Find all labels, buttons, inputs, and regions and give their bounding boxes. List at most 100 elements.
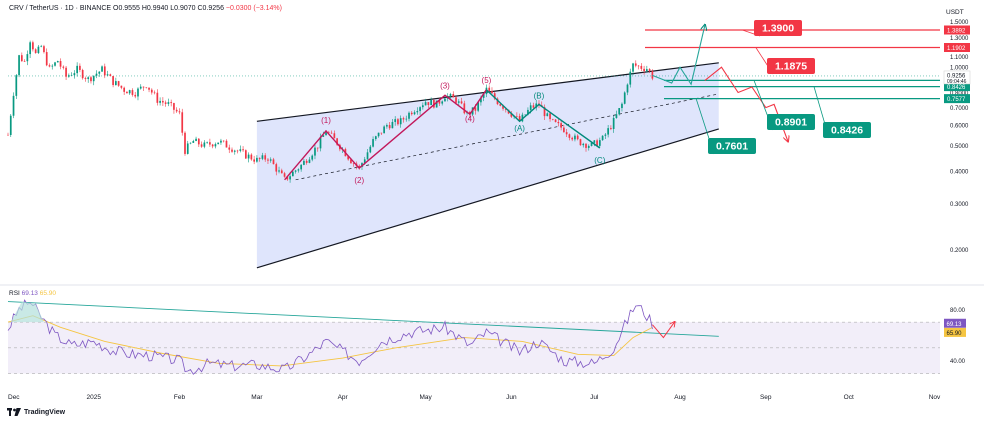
candle-body	[587, 145, 590, 148]
candle-body	[413, 112, 416, 115]
candle-body	[648, 69, 651, 72]
candle-body	[455, 97, 457, 103]
candle-body	[634, 63, 637, 66]
candle-body	[303, 160, 305, 165]
x-tick-label: Jun	[506, 394, 517, 401]
candle-body	[189, 142, 192, 144]
candle-body	[264, 155, 267, 160]
candle-body	[394, 119, 397, 122]
candle-body	[563, 127, 565, 133]
candle-body	[231, 149, 233, 152]
candle-body	[300, 164, 303, 170]
candle-body	[546, 113, 549, 117]
candle-body	[294, 170, 297, 172]
brand-label: TradingView	[24, 408, 66, 416]
candle-body	[20, 55, 23, 62]
candle-body	[626, 84, 629, 93]
x-tick-label: Mar	[251, 394, 263, 401]
callout-label: 0.7601	[716, 141, 748, 153]
y-tick-label: 1.5000	[950, 20, 969, 26]
open-value: O0.9555	[113, 5, 140, 12]
candle-body	[145, 87, 148, 89]
level-price-label: 0.7577	[947, 97, 966, 103]
candle-body	[402, 118, 405, 120]
candle-body	[79, 65, 81, 70]
candle-body	[261, 155, 264, 159]
price-chart[interactable]: 1.50001.30001.10001.00000.90000.80000.70…	[0, 0, 984, 422]
candle-body	[632, 63, 634, 72]
candle-body	[109, 74, 112, 77]
candle-body	[233, 150, 236, 152]
candle-body	[267, 159, 269, 161]
candle-body	[159, 100, 161, 103]
wave-label: (C)	[594, 156, 605, 165]
candle-body	[283, 173, 286, 177]
candle-body	[62, 66, 65, 68]
candle-body	[629, 71, 632, 85]
candle-body	[54, 62, 56, 66]
candle-body	[15, 75, 18, 96]
candle-body	[101, 66, 103, 72]
candle-body	[441, 101, 444, 104]
candle-body	[37, 46, 40, 54]
candle-body	[457, 101, 460, 103]
candle-body	[615, 114, 618, 118]
candle-body	[247, 154, 250, 159]
candle-body	[452, 94, 455, 98]
callout-label: 0.8901	[775, 117, 807, 129]
candle-body	[280, 170, 283, 174]
candle-body	[516, 116, 518, 117]
candle-body	[236, 150, 239, 152]
candle-body	[9, 115, 12, 135]
x-tick-label: Dec	[8, 394, 20, 401]
candle-body	[12, 95, 15, 116]
candle-body	[43, 46, 45, 53]
candle-body	[410, 112, 413, 115]
candle-body	[106, 74, 109, 76]
candle-body	[197, 138, 200, 145]
candle-body	[92, 75, 95, 82]
candle-body	[48, 65, 51, 67]
level-price-label: 1.3892	[947, 28, 966, 34]
candle-body	[621, 103, 623, 109]
candle-body	[604, 134, 607, 136]
candle-body	[311, 155, 314, 160]
rsi-overbought-fill	[10, 301, 44, 323]
y-tick-label: 0.6000	[950, 124, 969, 130]
candle-body	[222, 140, 225, 142]
x-tick-label: Nov	[929, 394, 941, 401]
candle-body	[565, 132, 568, 135]
candle-body	[571, 137, 574, 140]
candle-body	[643, 68, 645, 72]
candle-body	[601, 135, 604, 141]
candle-body	[491, 91, 493, 94]
candle-body	[380, 132, 383, 134]
candle-body	[206, 142, 208, 143]
rsi-value-tag-label: 69.13	[947, 322, 963, 328]
candle-body	[366, 152, 369, 160]
x-tick-label: Aug	[674, 394, 686, 401]
candle-body	[217, 142, 220, 145]
candle-body	[200, 144, 203, 147]
candle-body	[29, 42, 31, 55]
candle-body	[117, 81, 120, 86]
candle-body	[23, 61, 26, 62]
x-tick-label: Jul	[590, 394, 599, 401]
candle-body	[551, 119, 554, 120]
candle-body	[195, 138, 197, 142]
rsi-ma-value: 65.90	[39, 290, 57, 297]
candle-body	[416, 111, 419, 113]
rsi-label: RSI	[9, 290, 20, 297]
candle-body	[18, 55, 20, 76]
candle-body	[244, 150, 247, 159]
candle-body	[103, 66, 106, 76]
symbol-label: CRV / TetherUS · 1D · BINANCE	[9, 5, 112, 12]
candle-body	[297, 169, 300, 171]
candle-body	[568, 134, 571, 138]
candle-body	[529, 105, 532, 110]
candle-body	[557, 122, 560, 124]
candle-body	[330, 132, 333, 134]
candle-body	[377, 132, 380, 137]
tradingview-logo[interactable]: TradingView	[7, 408, 65, 416]
candle-body	[383, 126, 385, 134]
